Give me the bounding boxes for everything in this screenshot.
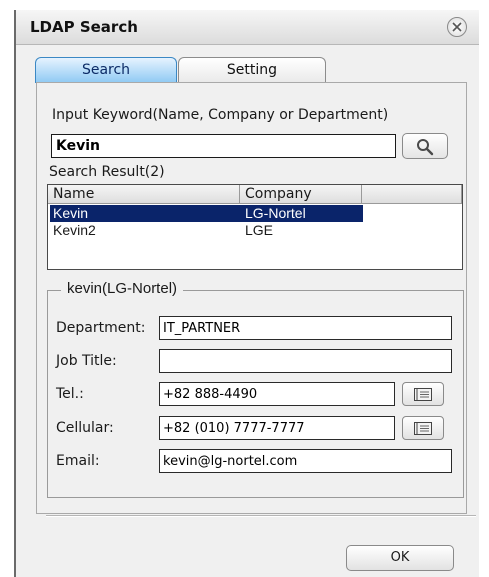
tel-field[interactable] xyxy=(159,382,395,406)
department-field[interactable] xyxy=(159,316,452,340)
job-title-field[interactable] xyxy=(159,349,452,373)
footer-separator xyxy=(46,515,476,517)
tab-search[interactable]: Search xyxy=(35,57,177,83)
result-list[interactable]: Name Company Kevin LG-Nortel Kevin2 LGE xyxy=(47,184,463,270)
cellular-label: Cellular: xyxy=(56,420,114,436)
close-button[interactable] xyxy=(447,17,467,37)
ldap-search-dialog: LDAP Search Search Setting Input Keyword… xyxy=(14,10,479,577)
list-item[interactable]: Kevin2 LGE xyxy=(50,222,363,239)
address-book-icon xyxy=(414,388,432,401)
list-item[interactable]: Kevin LG-Nortel xyxy=(50,205,363,222)
search-result-label: Search Result(2) xyxy=(49,164,165,180)
window-title: LDAP Search xyxy=(30,18,138,36)
search-button[interactable] xyxy=(402,133,448,159)
close-icon xyxy=(452,22,462,32)
result-name: Kevin2 xyxy=(53,222,96,238)
tel-address-book-button[interactable] xyxy=(402,382,444,406)
cellular-address-book-button[interactable] xyxy=(402,416,444,440)
column-header-name[interactable]: Name xyxy=(48,185,240,204)
cellular-field[interactable] xyxy=(159,416,395,440)
ok-button[interactable]: OK xyxy=(346,545,454,571)
magnifier-icon xyxy=(417,139,434,156)
keyword-input[interactable] xyxy=(51,134,396,158)
department-label: Department: xyxy=(56,320,146,336)
result-name: Kevin xyxy=(53,205,89,221)
column-header-company[interactable]: Company xyxy=(240,185,362,204)
result-company: LGE xyxy=(245,222,274,238)
column-header-filler xyxy=(362,185,462,204)
tel-label: Tel.: xyxy=(56,386,84,402)
tab-setting[interactable]: Setting xyxy=(178,57,326,83)
email-label: Email: xyxy=(56,453,100,469)
title-bar[interactable]: LDAP Search xyxy=(16,10,479,45)
contact-detail-legend: kevin(LG-Nortel) xyxy=(61,280,184,297)
result-company: LG-Nortel xyxy=(245,205,306,221)
job-title-label: Job Title: xyxy=(56,353,117,369)
address-book-icon xyxy=(414,422,432,435)
keyword-prompt-label: Input Keyword(Name, Company or Departmen… xyxy=(52,107,389,123)
email-field[interactable] xyxy=(159,449,452,473)
